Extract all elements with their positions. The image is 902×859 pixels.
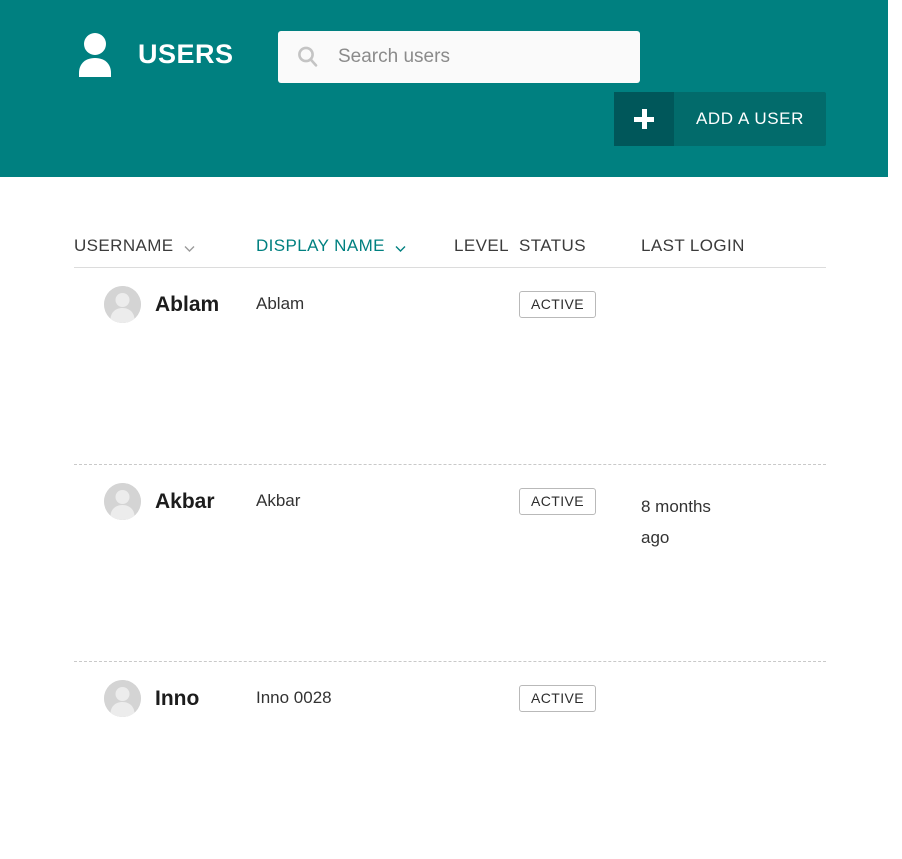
column-header-username[interactable]: USERNAME: [74, 236, 256, 256]
search-box[interactable]: [278, 31, 640, 83]
cell-last-login: [641, 680, 731, 688]
column-header-last-login-label: LAST LOGIN: [641, 236, 745, 255]
chevron-down-icon: [394, 240, 407, 253]
avatar-placeholder-icon: [104, 680, 141, 717]
username-text: Ablam: [155, 292, 220, 316]
status-badge: ACTIVE: [519, 488, 596, 515]
avatar-placeholder-icon: [104, 483, 141, 520]
table-row[interactable]: Ablam Ablam ACTIVE: [74, 268, 826, 465]
cell-display-name: Akbar: [256, 491, 301, 510]
cell-username: Akbar: [74, 483, 256, 520]
search-icon: [296, 45, 320, 69]
column-header-display-name-label: DISPLAY NAME: [256, 236, 385, 255]
column-header-status-label: STATUS: [519, 236, 586, 255]
chevron-down-icon: [183, 240, 196, 253]
table-row[interactable]: Inno Inno 0028 ACTIVE: [74, 662, 826, 859]
add-user-label: ADD A USER: [695, 109, 805, 128]
cell-status: ACTIVE: [519, 483, 641, 515]
username-text: Akbar: [155, 489, 215, 513]
search-input[interactable]: [338, 42, 618, 72]
table-header-row: USERNAME DISPLAY NAME LEVEL STATUS LAST …: [74, 225, 826, 268]
status-badge: ACTIVE: [519, 291, 596, 318]
plus-icon: [634, 109, 654, 129]
users-table: USERNAME DISPLAY NAME LEVEL STATUS LAST …: [74, 225, 826, 859]
column-header-status[interactable]: STATUS: [519, 236, 641, 256]
username-text: Inno: [155, 686, 200, 710]
column-header-display-name[interactable]: DISPLAY NAME: [256, 236, 454, 256]
cell-level: [454, 483, 519, 491]
column-header-last-login[interactable]: LAST LOGIN: [641, 236, 781, 256]
person-icon: [76, 31, 114, 77]
cell-last-login: 8 months ago: [641, 497, 711, 547]
cell-level: [454, 680, 519, 688]
page-header: USERS ADD A USER: [0, 0, 888, 177]
cell-status: ACTIVE: [519, 286, 641, 318]
page-title: USERS: [138, 38, 234, 69]
cell-status: ACTIVE: [519, 680, 641, 712]
cell-username: Inno: [74, 680, 256, 717]
cell-display-name: Inno 0028: [256, 688, 332, 707]
add-user-button[interactable]: ADD A USER: [614, 92, 826, 146]
cell-username: Ablam: [74, 286, 256, 323]
cell-level: [454, 286, 519, 294]
table-row[interactable]: Akbar Akbar ACTIVE 8 months ago: [74, 465, 826, 662]
cell-last-login: [641, 286, 731, 294]
status-badge: ACTIVE: [519, 685, 596, 712]
column-header-username-label: USERNAME: [74, 236, 174, 255]
column-header-level-label: LEVEL: [454, 236, 509, 255]
avatar-placeholder-icon: [104, 286, 141, 323]
cell-display-name: Ablam: [256, 294, 305, 313]
column-header-level[interactable]: LEVEL: [454, 236, 519, 256]
header-title-group: USERS: [76, 31, 234, 77]
plus-icon-container: [614, 92, 674, 146]
